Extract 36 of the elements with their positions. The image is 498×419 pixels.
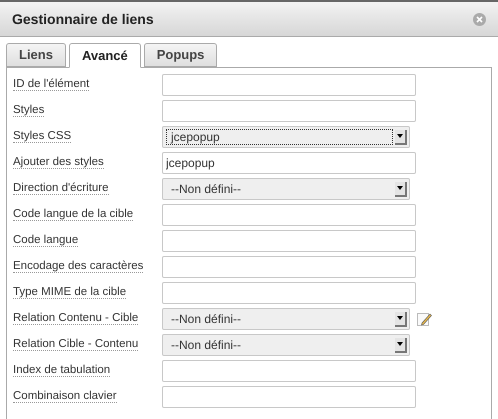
window-title: Gestionnaire de liens bbox=[12, 10, 154, 28]
field-label: Encodage des caractères bbox=[12, 259, 144, 276]
field-label: Combinaison clavier bbox=[12, 389, 118, 406]
field-label: ID de l'élément bbox=[12, 77, 90, 94]
tab[interactable]: Liens bbox=[6, 43, 66, 67]
dropdown[interactable]: --Non défini-- bbox=[162, 178, 410, 200]
field-label: Code langue bbox=[12, 233, 80, 250]
tab[interactable]: Avancé bbox=[68, 43, 141, 68]
caret-icon bbox=[395, 338, 407, 352]
dropdown[interactable]: --Non défini-- bbox=[162, 308, 410, 330]
input-field[interactable] bbox=[162, 282, 416, 304]
input-field[interactable] bbox=[162, 100, 416, 122]
input-field[interactable]: jcepopup bbox=[162, 152, 416, 174]
close-icon[interactable] bbox=[473, 12, 486, 26]
caret-icon bbox=[395, 130, 407, 144]
edit-icon[interactable] bbox=[416, 311, 432, 327]
caret-icon bbox=[395, 182, 407, 196]
input-field[interactable] bbox=[162, 256, 416, 278]
field-label: Styles bbox=[12, 103, 46, 120]
field-label: Relation Cible - Contenu bbox=[12, 337, 140, 354]
input-field[interactable] bbox=[162, 386, 416, 408]
input-field[interactable] bbox=[162, 74, 416, 96]
tab[interactable]: Popups bbox=[144, 43, 218, 67]
field-label: Ajouter des styles bbox=[12, 155, 105, 172]
dropdown[interactable]: --Non défini-- bbox=[162, 334, 410, 356]
field-label: Type MIME de la cible bbox=[12, 285, 128, 302]
field-label: Code langue de la cible bbox=[12, 207, 134, 224]
field-label: Index de tabulation bbox=[12, 363, 112, 380]
field-label: Styles CSS bbox=[12, 129, 72, 146]
dropdown[interactable]: jcepopup bbox=[162, 126, 410, 148]
input-field[interactable] bbox=[162, 230, 416, 252]
field-label: Direction d'écriture bbox=[12, 181, 110, 198]
input-field[interactable] bbox=[162, 204, 416, 226]
input-field[interactable] bbox=[162, 360, 416, 382]
field-label: Relation Contenu - Cible bbox=[12, 311, 140, 328]
caret-icon bbox=[395, 312, 407, 326]
